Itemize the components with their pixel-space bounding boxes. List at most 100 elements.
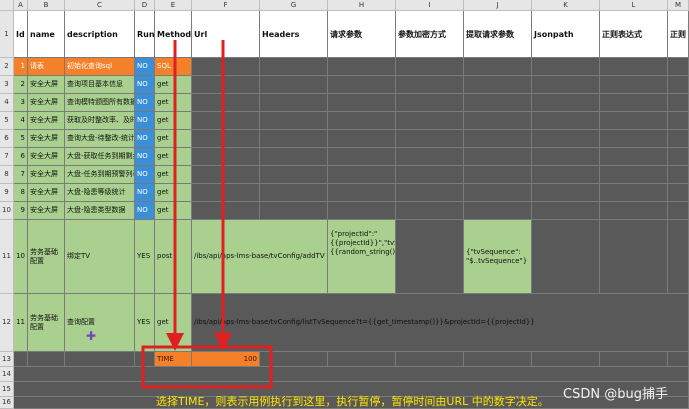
cell-empty[interactable] xyxy=(668,76,689,94)
cell-name[interactable]: 请表 xyxy=(28,58,65,76)
cell-id[interactable]: 6 xyxy=(14,148,28,166)
cell-id[interactable]: 8 xyxy=(14,184,28,202)
col-header-l[interactable]: L xyxy=(600,0,668,11)
row-header-2[interactable]: 2 xyxy=(0,58,14,76)
col-header-k[interactable]: K xyxy=(532,0,600,11)
cell-empty[interactable] xyxy=(260,148,328,166)
col-header-c[interactable]: C xyxy=(65,0,135,11)
cell-empty[interactable] xyxy=(600,166,668,184)
cell-empty[interactable] xyxy=(464,94,532,112)
row-header-13[interactable]: 13 xyxy=(0,352,14,367)
cell-empty[interactable] xyxy=(532,148,600,166)
cell-id[interactable]: 7 xyxy=(14,166,28,184)
cell-id[interactable]: 9 xyxy=(14,202,28,220)
cell-empty[interactable] xyxy=(668,202,689,220)
cell-empty[interactable] xyxy=(328,58,396,76)
cell-description[interactable]: 大盘-隐患类型数据 xyxy=(65,202,135,220)
cell-name[interactable]: 劳务基础配置 xyxy=(28,294,65,352)
cell-empty[interactable] xyxy=(14,352,28,367)
cell-url[interactable] xyxy=(192,166,260,184)
cell-run[interactable]: NO xyxy=(135,94,155,112)
cell-empty[interactable] xyxy=(260,202,328,220)
row-header-4[interactable]: 4 xyxy=(0,94,14,112)
cell-method[interactable]: get xyxy=(155,76,192,94)
cell-empty[interactable] xyxy=(532,220,600,294)
cell-description[interactable]: 查询项目基本信息 xyxy=(65,76,135,94)
cell-empty[interactable] xyxy=(396,202,464,220)
header-url[interactable]: Url xyxy=(192,11,260,58)
cell-empty[interactable] xyxy=(464,184,532,202)
cell-empty[interactable] xyxy=(532,184,600,202)
cell-id[interactable]: 5 xyxy=(14,130,28,148)
col-header-m[interactable]: M xyxy=(668,0,689,11)
cell-run[interactable]: NO xyxy=(135,202,155,220)
cell-empty[interactable] xyxy=(600,76,668,94)
cell-empty[interactable] xyxy=(65,352,135,367)
cell-empty[interactable] xyxy=(396,130,464,148)
cell-url[interactable] xyxy=(192,58,260,76)
cell-id[interactable]: 1 xyxy=(14,58,28,76)
cell-run[interactable]: NO xyxy=(135,148,155,166)
cell-empty[interactable] xyxy=(600,352,668,367)
cell-empty[interactable] xyxy=(532,130,600,148)
row-header-7[interactable]: 7 xyxy=(0,148,14,166)
cell-method[interactable]: get xyxy=(155,202,192,220)
cell-empty[interactable] xyxy=(600,184,668,202)
cell-description[interactable]: 大盘-隐患等级统计 xyxy=(65,184,135,202)
cell-run[interactable]: NO xyxy=(135,184,155,202)
cell-empty[interactable] xyxy=(396,76,464,94)
cell-empty[interactable] xyxy=(14,367,689,382)
header-run[interactable]: Run xyxy=(135,11,155,58)
cell-description[interactable]: 获取及时整改率、及时 xyxy=(65,112,135,130)
cell-empty[interactable] xyxy=(532,76,600,94)
cell-empty[interactable] xyxy=(328,130,396,148)
cell-empty[interactable] xyxy=(260,352,328,367)
cell-empty[interactable] xyxy=(328,94,396,112)
cell-empty[interactable] xyxy=(668,352,689,367)
cell-empty[interactable] xyxy=(328,76,396,94)
cell-empty[interactable] xyxy=(464,112,532,130)
row-header-8[interactable]: 8 xyxy=(0,166,14,184)
cell-empty[interactable] xyxy=(260,76,328,94)
cell-empty[interactable] xyxy=(532,166,600,184)
header-extract-params[interactable]: 提取请求参数 xyxy=(464,11,532,58)
cell-empty[interactable] xyxy=(260,130,328,148)
cell-url[interactable] xyxy=(192,94,260,112)
cell-empty[interactable] xyxy=(396,220,464,294)
cell-empty[interactable] xyxy=(396,112,464,130)
row-header-10[interactable]: 10 xyxy=(0,202,14,220)
cell-empty[interactable] xyxy=(532,94,600,112)
cell-description[interactable]: 查询模特颁图所有数据 xyxy=(65,94,135,112)
cell-method[interactable]: get xyxy=(155,94,192,112)
cell-empty[interactable] xyxy=(396,148,464,166)
cell-empty[interactable] xyxy=(464,352,532,367)
cell-empty[interactable] xyxy=(28,352,65,367)
col-header-f[interactable]: F xyxy=(192,0,260,11)
cell-empty[interactable] xyxy=(600,58,668,76)
cell-id[interactable]: 2 xyxy=(14,76,28,94)
cell-empty[interactable] xyxy=(328,112,396,130)
col-header-i[interactable]: I xyxy=(396,0,464,11)
row-header-11[interactable]: 11 xyxy=(0,220,14,294)
cell-empty[interactable] xyxy=(532,112,600,130)
col-header-e[interactable]: E xyxy=(155,0,192,11)
cell-empty[interactable] xyxy=(668,94,689,112)
cell-empty[interactable] xyxy=(135,352,155,367)
col-header-d[interactable]: D xyxy=(135,0,155,11)
cell-name[interactable]: 安全大屏 xyxy=(28,112,65,130)
cell-empty[interactable] xyxy=(600,94,668,112)
cell-empty[interactable] xyxy=(396,94,464,112)
cell-request-params[interactable]: {"projectId":"{{projectId}}","tvSequence… xyxy=(328,220,396,294)
row-header-9[interactable]: 9 xyxy=(0,184,14,202)
cell-empty[interactable] xyxy=(668,130,689,148)
cell-description[interactable]: 初始化查询sql xyxy=(65,58,135,76)
cell-empty[interactable] xyxy=(600,220,668,294)
cell-method[interactable]: get xyxy=(155,130,192,148)
time-value-cell[interactable]: 100 xyxy=(192,352,260,367)
cell-empty[interactable] xyxy=(668,184,689,202)
cell-empty[interactable] xyxy=(396,166,464,184)
cell-url[interactable]: /ibs/api/aps-lms-base/tvConfig/addTV xyxy=(192,220,328,294)
cell-run[interactable]: YES xyxy=(135,220,155,294)
cell-id[interactable]: 4 xyxy=(14,112,28,130)
cell-empty[interactable] xyxy=(600,148,668,166)
